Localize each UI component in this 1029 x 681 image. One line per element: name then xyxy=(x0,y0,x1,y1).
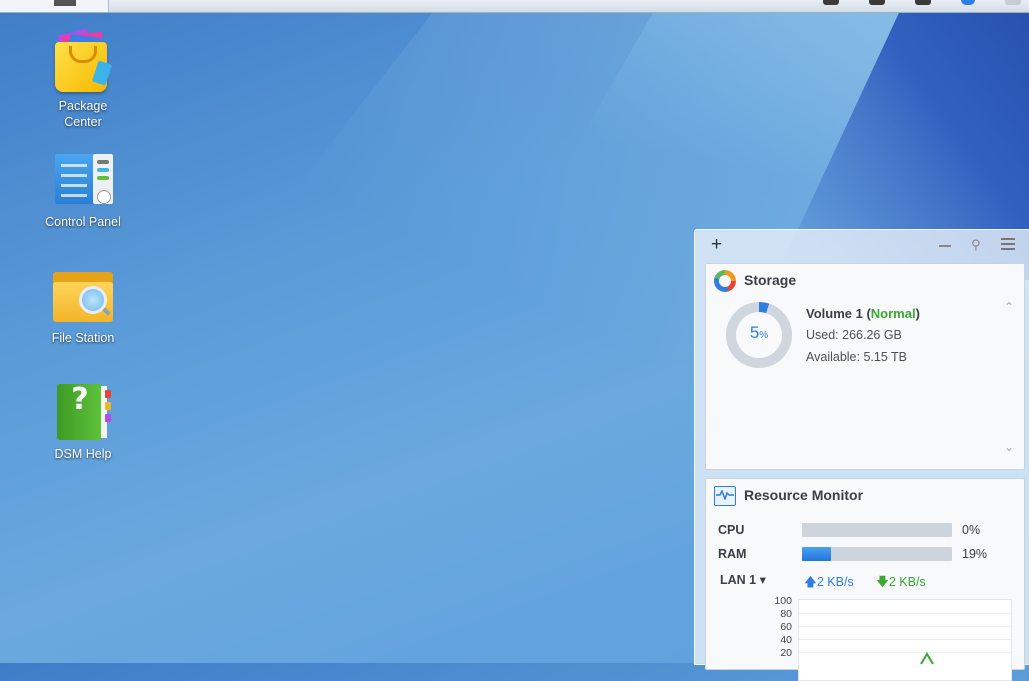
resource-monitor-icon xyxy=(714,486,736,506)
storage-title: Storage xyxy=(744,272,797,288)
chart-tick: 40 xyxy=(780,634,792,646)
minimize-icon[interactable] xyxy=(939,245,951,247)
desktop-icon-label: Package Center xyxy=(58,99,108,129)
cpu-value: 0% xyxy=(962,523,981,537)
ram-value: 19% xyxy=(962,547,988,561)
download-rate: 🡇2 KB/s xyxy=(876,575,926,589)
search-icon[interactable] xyxy=(823,0,839,5)
storage-percent: 5% xyxy=(749,323,769,342)
volume-used: Used: 266.26 GB xyxy=(806,328,902,342)
taskbar xyxy=(0,0,1029,13)
package-center-icon xyxy=(51,28,115,96)
ram-bar xyxy=(802,547,952,561)
network-chart xyxy=(798,599,1012,681)
storage-icon xyxy=(714,270,736,292)
chevron-down-icon: ▾ xyxy=(759,573,766,587)
folder-search-icon xyxy=(51,264,115,328)
chart-tick: 60 xyxy=(780,621,792,633)
chart-tick: 100 xyxy=(774,595,792,607)
help-book-icon: ? xyxy=(51,380,115,444)
desktop-icon-file-station[interactable]: File Station xyxy=(18,264,148,346)
user-icon[interactable] xyxy=(869,0,885,5)
volume-available: Available: 5.15 TB xyxy=(806,350,907,364)
lan-selector[interactable]: LAN 1 ▾ xyxy=(720,572,766,587)
volume-status: Normal xyxy=(870,306,916,321)
widget-panel-header: + ⚲ xyxy=(695,230,1029,260)
resource-monitor-widget: Resource Monitor CPU 0% RAM 19% LAN 1 ▾ … xyxy=(705,478,1025,681)
desktop-icon-package-center[interactable]: Package Center xyxy=(18,28,148,130)
widget-list-icon[interactable] xyxy=(1001,238,1015,250)
download-arrow-icon: 🡇 xyxy=(876,575,889,589)
chevron-up-icon[interactable]: ⌃ xyxy=(1004,300,1014,314)
chart-tick: 20 xyxy=(780,647,792,659)
desktop-icon-label: Control Panel xyxy=(45,215,121,229)
pin-icon[interactable]: ⚲ xyxy=(971,237,981,253)
desktop-icon-dsm-help[interactable]: ? DSM Help xyxy=(18,380,148,462)
resource-monitor-title: Resource Monitor xyxy=(744,487,864,503)
ram-label: RAM xyxy=(718,547,747,561)
cpu-bar xyxy=(802,523,952,537)
taskbar-tray xyxy=(823,0,1021,12)
control-panel-icon xyxy=(51,148,115,212)
cpu-label: CPU xyxy=(718,523,745,537)
volume-name: Volume 1 (Normal) xyxy=(806,306,920,321)
upload-arrow-icon: 🡅 xyxy=(804,575,817,589)
add-widget-icon[interactable]: + xyxy=(711,234,722,256)
main-menu-button[interactable] xyxy=(0,0,109,12)
grid-icon xyxy=(54,0,76,6)
chart-tick: 80 xyxy=(780,608,792,620)
widgets-toggle-icon[interactable] xyxy=(1005,0,1021,5)
upload-rate: 🡅2 KB/s xyxy=(804,575,854,589)
widget-panel: + ⚲ Storage 5% Volume 1 (Normal) Used: 2… xyxy=(694,229,1029,681)
desktop-icon-label: DSM Help xyxy=(54,447,112,461)
options-icon[interactable] xyxy=(915,0,931,5)
chevron-down-icon[interactable]: ⌄ xyxy=(1004,440,1014,454)
desktop-icon-control-panel[interactable]: Control Panel xyxy=(18,148,148,230)
notification-icon[interactable] xyxy=(961,0,975,5)
storage-widget: Storage 5% Volume 1 (Normal) Used: 266.2… xyxy=(705,263,1025,470)
desktop-icon-label: File Station xyxy=(51,331,115,345)
